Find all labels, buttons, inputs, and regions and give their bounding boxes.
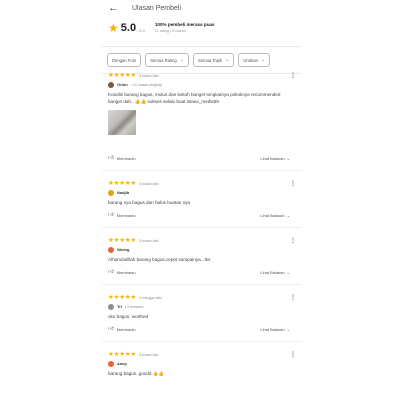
review-actions: 👍︎ Membantu Lihat Balasan ⌄ <box>108 269 298 275</box>
review-photo[interactable] <box>108 110 136 135</box>
chevron-down-icon: ⌄ <box>286 326 290 332</box>
avatar <box>108 81 114 88</box>
avatar <box>108 246 114 253</box>
view-replies-label: Lihat Balasan <box>260 155 285 161</box>
review-text: Kondisi barang bagus, mulus dan kokoh ba… <box>108 92 281 104</box>
filter-label: Urutkan <box>243 57 258 63</box>
more-vertical-icon[interactable]: ⋮ <box>290 351 296 358</box>
review-item: ★★★★★ 3 bulan lalu ⋮ Orion • 10 ulasan l… <box>108 72 298 135</box>
review-item: ★★★★★ 4 minggu lalu ⋮ Tri • 3 terbantu o… <box>108 294 298 321</box>
reviewer-name: Tri <box>117 304 122 309</box>
review-item: ★★★★★ 3 bulan lalu ⋮ Nining Alhamdulilla… <box>108 237 298 264</box>
star-rating: ★★★★★ <box>108 180 137 187</box>
star-rating: ★★★★★ <box>108 237 137 244</box>
filter-topic-dropdown[interactable]: Semua Topik ⌄ <box>192 53 235 67</box>
review-time: 4 bulan lalu <box>139 352 159 357</box>
view-replies-label: Lihat Balasan <box>260 326 285 332</box>
chevron-down-icon: ⌄ <box>225 57 230 63</box>
review-actions: 👍︎ Membantu Lihat Balasan ⌄ <box>108 155 298 161</box>
review-item: ★★★★★ 4 bulan lalu ⋮ Nadjib barang nya b… <box>108 180 298 207</box>
review-text: barang bagus. goodd 👍👍 <box>108 371 165 376</box>
helpful-button[interactable]: 👍︎ Membantu <box>108 326 136 332</box>
avatar <box>108 360 114 367</box>
reviewer-name: Nadjib <box>117 190 130 195</box>
helpful-button[interactable]: 👍︎ Membantu <box>108 269 136 275</box>
helpful-label: Membantu <box>116 326 136 332</box>
top-bar: ← Ulasan Pembeli <box>102 0 302 16</box>
sort-dropdown[interactable]: Urutkan ⌄ <box>238 53 271 67</box>
reviewer-name: Orion <box>117 82 128 87</box>
review-text: barang nya bagus dan halus buatan nya <box>108 200 190 205</box>
review-time: 3 bulan lalu <box>139 73 159 78</box>
reviews-panel: ← Ulasan Pembeli ★ 5.0 / 5.0 100% pembel… <box>102 0 302 403</box>
thumbs-up-icon: 👍︎ <box>108 326 114 332</box>
chevron-down-icon: ⌄ <box>286 155 290 161</box>
filter-bar: Dengan Foto Semua Rating ⌄ Semua Topik ⌄… <box>102 49 302 71</box>
helpful-button[interactable]: 👍︎ Membantu <box>108 212 136 218</box>
reviewer-name: Asep <box>117 361 127 366</box>
thumbs-up-icon: 👍︎ <box>108 269 114 275</box>
chevron-down-icon: ⌄ <box>286 269 290 275</box>
page-title: Ulasan Pembeli <box>132 4 182 12</box>
view-replies-label: Lihat Balasan <box>260 212 285 218</box>
star-rating: ★★★★★ <box>108 294 137 301</box>
more-vertical-icon[interactable]: ⋮ <box>290 294 296 301</box>
more-vertical-icon[interactable]: ⋮ <box>290 72 296 79</box>
review-time: 3 bulan lalu <box>139 238 159 243</box>
review-actions: 👍︎ Membantu Lihat Balasan ⌄ <box>108 326 298 332</box>
thumbs-up-icon: 👍︎ <box>108 155 114 161</box>
review-text: Alhamdulillah barang bagus,cepet sampain… <box>108 257 211 262</box>
reviewer-badge: • 10 ulasan lengkap <box>130 82 163 87</box>
helpful-label: Membantu <box>116 155 136 161</box>
helpful-label: Membantu <box>116 269 136 275</box>
view-replies-button[interactable]: Lihat Balasan ⌄ <box>260 213 290 218</box>
filter-label: Dengan Foto <box>112 57 137 63</box>
review-time: 4 bulan lalu <box>139 181 159 186</box>
review-text: oke bagus. worthed <box>108 314 149 319</box>
filter-label: Semua Topik <box>197 57 223 63</box>
divider <box>102 284 302 285</box>
chevron-down-icon: ⌄ <box>179 57 184 63</box>
view-replies-label: Lihat Balasan <box>260 269 285 275</box>
rating-summary: ★ 5.0 / 5.0 100% pembeli merasa puas 21 … <box>102 16 302 44</box>
avatar <box>108 303 114 310</box>
more-vertical-icon[interactable]: ⋮ <box>290 237 296 244</box>
view-replies-button[interactable]: Lihat Balasan ⌄ <box>260 270 290 275</box>
view-replies-button[interactable]: Lihat Balasan ⌄ <box>260 156 290 161</box>
rating-counts: 21 rating • 6 ulasan <box>154 29 186 33</box>
rating-score: 5.0 <box>120 22 137 34</box>
divider <box>102 227 302 228</box>
divider <box>102 170 302 171</box>
reviewer-name: Nining <box>117 247 130 252</box>
rating-summary-text: 100% pembeli merasa puas 21 rating • 6 u… <box>155 22 215 33</box>
view-replies-button[interactable]: Lihat Balasan ⌄ <box>260 327 290 332</box>
filter-with-photo[interactable]: Dengan Foto <box>107 53 142 67</box>
star-rating: ★★★★★ <box>108 351 137 358</box>
rating-max: / 5.0 <box>137 28 145 33</box>
chevron-down-icon: ⌄ <box>260 57 266 63</box>
star-rating: ★★★★★ <box>108 72 137 79</box>
review-time: 4 minggu lalu <box>139 295 162 300</box>
review-item: ★★★★★ 4 bulan lalu ⋮ Asep barang bagus. … <box>108 351 298 378</box>
helpful-button[interactable]: 👍︎ Membantu <box>108 155 136 161</box>
star-icon: ★ <box>108 21 119 35</box>
helpful-label: Membantu <box>116 212 136 218</box>
avatar <box>108 189 114 196</box>
arrow-left-icon[interactable]: ← <box>108 2 124 14</box>
divider <box>102 46 302 47</box>
filter-rating-dropdown[interactable]: Semua Rating ⌄ <box>145 53 189 67</box>
satisfaction-headline: 100% pembeli merasa puas <box>154 22 215 27</box>
divider <box>102 341 302 342</box>
filter-label: Semua Rating <box>150 57 177 63</box>
reviewer-badge: • 3 terbantu <box>124 304 144 309</box>
thumbs-up-icon: 👍︎ <box>108 212 114 218</box>
review-actions: 👍︎ Membantu Lihat Balasan ⌄ <box>108 212 298 218</box>
chevron-down-icon: ⌄ <box>286 212 290 218</box>
more-vertical-icon[interactable]: ⋮ <box>290 180 296 187</box>
